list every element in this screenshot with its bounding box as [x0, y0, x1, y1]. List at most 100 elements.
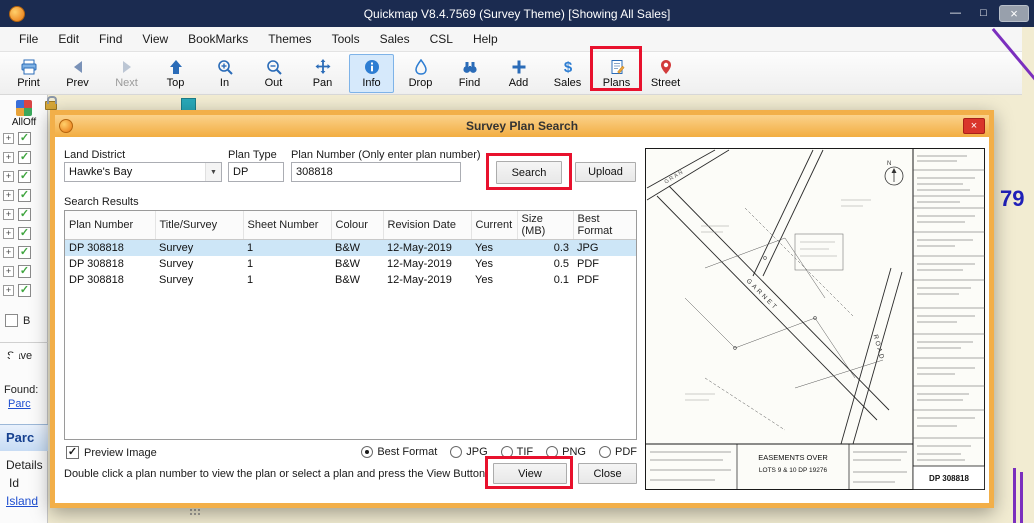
- toolbar-button-find[interactable]: Find: [447, 54, 492, 93]
- layer-tree-item[interactable]: +✓: [3, 205, 31, 224]
- save-button[interactable]: Save: [0, 342, 48, 362]
- table-row[interactable]: DP 308818 Survey 1 B&W 12-May-2019 Yes 0…: [65, 256, 637, 272]
- menu-file[interactable]: File: [9, 28, 48, 50]
- menu-find[interactable]: Find: [89, 28, 132, 50]
- layer-tree-item[interactable]: +✓: [3, 281, 31, 300]
- upload-button[interactable]: Upload: [575, 162, 636, 182]
- table-cell[interactable]: Survey: [155, 272, 243, 288]
- land-district-select[interactable]: Hawke's Bay ▼: [64, 162, 222, 182]
- layer-tree-item[interactable]: +✓: [3, 224, 31, 243]
- column-header-best-format[interactable]: Best Format: [573, 211, 637, 240]
- expand-icon[interactable]: +: [3, 266, 14, 277]
- dialog-close-button[interactable]: ×: [963, 118, 985, 134]
- plan-preview-image[interactable]: N GARNET ROAD GRAN: [645, 148, 985, 490]
- table-cell[interactable]: Survey: [155, 256, 243, 272]
- close-dialog-button[interactable]: Close: [578, 463, 637, 484]
- column-header-sheet-number[interactable]: Sheet Number: [243, 211, 331, 240]
- radio-jpg[interactable]: JPG: [450, 446, 487, 458]
- menu-themes[interactable]: Themes: [258, 28, 321, 50]
- table-row[interactable]: DP 308818 Survey 1 B&W 12-May-2019 Yes 0…: [65, 272, 637, 288]
- expand-icon[interactable]: +: [3, 152, 14, 163]
- layer-checkbox[interactable]: ✓: [18, 208, 31, 221]
- layer-tree-item[interactable]: +✓: [3, 129, 31, 148]
- column-header-plan-number[interactable]: Plan Number: [65, 211, 155, 240]
- expand-icon[interactable]: +: [3, 285, 14, 296]
- toolbar-button-info[interactable]: Info: [349, 54, 394, 93]
- table-cell[interactable]: Yes: [471, 272, 517, 288]
- menu-bookmarks[interactable]: BookMarks: [178, 28, 258, 50]
- toolbar-button-zoom-in[interactable]: In: [202, 54, 247, 93]
- table-row[interactable]: DP 308818 Survey 1 B&W 12-May-2019 Yes 0…: [65, 240, 637, 256]
- toolbar-button-sales[interactable]: $ Sales: [545, 54, 590, 93]
- table-cell[interactable]: Survey: [155, 240, 243, 256]
- expand-icon[interactable]: +: [3, 228, 14, 239]
- layer-tree-item[interactable]: +✓: [3, 262, 31, 281]
- column-header-current[interactable]: Current: [471, 211, 517, 240]
- layer-checkbox[interactable]: ✓: [18, 265, 31, 278]
- layer-tree-item[interactable]: +✓: [3, 186, 31, 205]
- table-cell[interactable]: 0.5: [517, 256, 573, 272]
- toolbar-button-print[interactable]: Print: [6, 54, 51, 93]
- minimize-button[interactable]: —: [943, 5, 968, 22]
- column-header-title-survey[interactable]: Title/Survey: [155, 211, 243, 240]
- preview-image-checkbox[interactable]: ✓ Preview Image: [66, 446, 157, 459]
- lock-icon[interactable]: [45, 101, 57, 110]
- expand-icon[interactable]: +: [3, 209, 14, 220]
- table-cell[interactable]: 0.1: [517, 272, 573, 288]
- menu-edit[interactable]: Edit: [48, 28, 89, 50]
- table-cell[interactable]: 1: [243, 240, 331, 256]
- menu-tools[interactable]: Tools: [322, 28, 370, 50]
- layer-tree-item[interactable]: +✓: [3, 243, 31, 262]
- table-cell[interactable]: DP 308818: [65, 256, 155, 272]
- layer-tree-item[interactable]: +✓: [3, 148, 31, 167]
- table-cell[interactable]: Yes: [471, 240, 517, 256]
- splitter-grip[interactable]: [190, 509, 202, 517]
- toolbar-button-next[interactable]: Next: [104, 54, 149, 93]
- table-cell[interactable]: PDF: [573, 272, 637, 288]
- layer-checkbox[interactable]: ✓: [18, 132, 31, 145]
- layer-checkbox[interactable]: ✓: [18, 189, 31, 202]
- checkbox-icon[interactable]: [5, 314, 18, 327]
- table-cell[interactable]: Yes: [471, 256, 517, 272]
- expand-icon[interactable]: +: [3, 247, 14, 258]
- radio-best-format[interactable]: Best Format: [361, 446, 437, 458]
- toolbar-button-street[interactable]: Street: [643, 54, 688, 93]
- dialog-titlebar[interactable]: Survey Plan Search ×: [55, 115, 989, 137]
- expand-icon[interactable]: +: [3, 171, 14, 182]
- island-link[interactable]: Island: [6, 494, 38, 508]
- table-cell[interactable]: PDF: [573, 256, 637, 272]
- toolbar-button-drop[interactable]: Drop: [398, 54, 443, 93]
- radio-pdf[interactable]: PDF: [599, 446, 637, 458]
- expand-icon[interactable]: +: [3, 190, 14, 201]
- layer-checkbox[interactable]: ✓: [18, 151, 31, 164]
- toolbar-button-pan[interactable]: Pan: [300, 54, 345, 93]
- toolbar-button-add[interactable]: Add: [496, 54, 541, 93]
- toolbar-button-top[interactable]: Top: [153, 54, 198, 93]
- column-header-revision-date[interactable]: Revision Date: [383, 211, 471, 240]
- expand-icon[interactable]: +: [3, 133, 14, 144]
- table-cell[interactable]: 1: [243, 272, 331, 288]
- table-cell[interactable]: JPG: [573, 240, 637, 256]
- toolbar-button-prev[interactable]: Prev: [55, 54, 100, 93]
- menu-csl[interactable]: CSL: [420, 28, 463, 50]
- table-cell[interactable]: 12-May-2019: [383, 240, 471, 256]
- menu-view[interactable]: View: [132, 28, 178, 50]
- table-cell[interactable]: B&W: [331, 256, 383, 272]
- table-cell[interactable]: 1: [243, 256, 331, 272]
- layer-checkbox[interactable]: ✓: [18, 246, 31, 259]
- layer-checkbox[interactable]: ✓: [18, 284, 31, 297]
- table-cell[interactable]: DP 308818: [65, 240, 155, 256]
- table-cell[interactable]: 12-May-2019: [383, 256, 471, 272]
- b-layer-checkbox-row[interactable]: B: [5, 314, 30, 327]
- table-cell[interactable]: 0.3: [517, 240, 573, 256]
- toolbar-button-zoom-out[interactable]: Out: [251, 54, 296, 93]
- search-results-table[interactable]: Plan Number Title/Survey Sheet Number Co…: [64, 210, 637, 440]
- alloff-button[interactable]: AllOff: [0, 97, 48, 128]
- menu-sales[interactable]: Sales: [370, 28, 420, 50]
- found-parcel-link[interactable]: Parc: [8, 398, 31, 410]
- close-button[interactable]: ×: [999, 5, 1029, 22]
- layer-checkbox[interactable]: ✓: [18, 170, 31, 183]
- maximize-button[interactable]: □: [971, 5, 996, 22]
- plan-number-input[interactable]: [291, 162, 461, 182]
- table-cell[interactable]: DP 308818: [65, 272, 155, 288]
